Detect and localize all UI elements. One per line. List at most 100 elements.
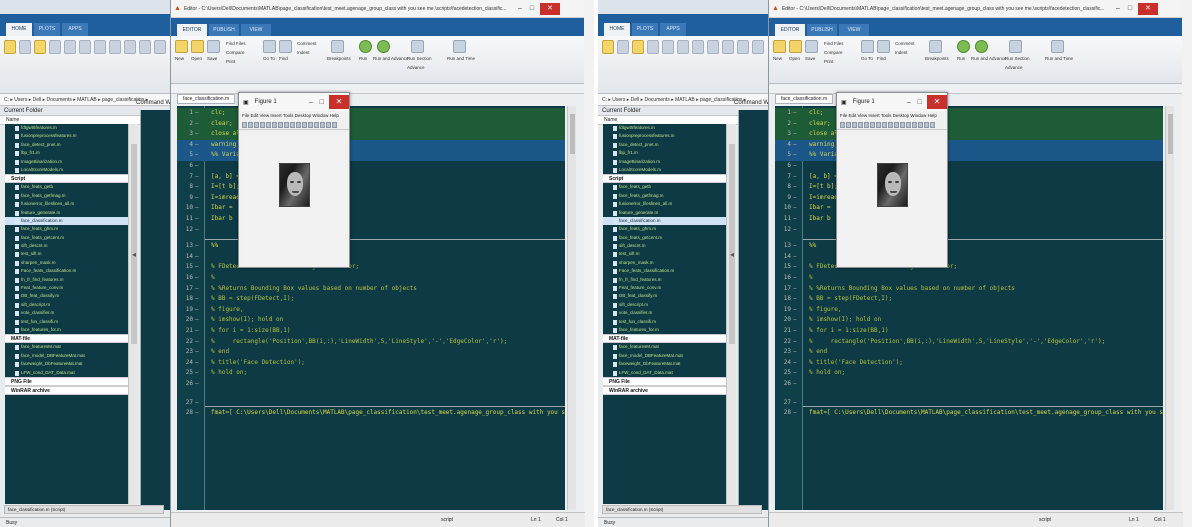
breakpoint-marker-icon[interactable]: – <box>195 273 199 284</box>
code-editor[interactable]: 1– clc; 2– clear; 3– close all 4– warning off 5–… <box>177 106 565 510</box>
breakpoint-marker-icon[interactable]: – <box>195 108 199 119</box>
code-line[interactable]: 14– <box>177 252 565 263</box>
code-line[interactable]: 2– clear; <box>177 118 565 130</box>
run-section-icon[interactable] <box>1009 40 1022 53</box>
code-line[interactable]: 7– [a, b] = <box>775 172 1163 183</box>
breakpoints-icon[interactable] <box>929 40 942 53</box>
hide-tools-icon[interactable] <box>924 121 929 128</box>
code-line[interactable]: 9– I=imread <box>177 193 565 204</box>
code-line[interactable]: 20– % imshow(I); hold on <box>177 315 565 326</box>
file-list-item[interactable]: test_sift.m <box>5 250 128 258</box>
file-list-item[interactable]: sift_descript.m <box>603 301 726 309</box>
breakpoint-marker-icon[interactable]: – <box>195 119 199 130</box>
zoom-out-icon[interactable] <box>876 121 881 128</box>
new-file-icon[interactable] <box>175 40 188 53</box>
file-list-item[interactable]: feature_generate.m <box>603 209 726 217</box>
file-list-item[interactable]: face_classification.m <box>5 216 128 226</box>
breakpoint-marker-icon[interactable]: – <box>793 252 797 263</box>
file-list-item[interactable]: face_feats_getfmag.m <box>603 192 726 200</box>
breakpoint-marker-icon[interactable]: – <box>793 368 797 379</box>
code-line[interactable]: 1– clc; <box>177 108 565 119</box>
new-figure-icon[interactable] <box>840 121 845 128</box>
analyze-code-icon[interactable] <box>722 40 734 54</box>
legend-icon[interactable] <box>320 121 325 128</box>
import-data-icon[interactable] <box>677 40 689 54</box>
file-list-item[interactable]: fusionerror_fileslines_all.m <box>603 200 726 208</box>
hide-tools-icon[interactable] <box>326 121 331 128</box>
file-list-item[interactable]: face_feats_ghm.m <box>603 225 726 233</box>
rotate-icon[interactable] <box>888 121 893 128</box>
close-icon[interactable]: ✕ <box>539 2 560 15</box>
dock-icon[interactable] <box>332 121 337 128</box>
code-line[interactable]: 12– <box>177 225 565 236</box>
breakpoint-marker-icon[interactable]: – <box>793 119 797 130</box>
code-line[interactable]: 28– fmat=[ C:\Users\Dell\Documents\MATLAB… <box>177 408 565 419</box>
folder-group-header[interactable]: MAT-file <box>5 334 128 344</box>
tab-plots[interactable]: PLOTS <box>34 23 60 36</box>
breakpoint-marker-icon[interactable]: – <box>793 347 797 358</box>
file-list-item[interactable]: face_feats_getb <box>5 183 128 191</box>
new-variable-icon[interactable] <box>109 40 121 54</box>
breakpoint-marker-icon[interactable]: – <box>793 214 797 225</box>
breakpoint-marker-icon[interactable]: – <box>793 225 797 236</box>
code-editor[interactable]: 1– clc; 2– clear; 3– close all 4– warning off 5–… <box>775 106 1163 510</box>
file-list-item[interactable]: ImageBinarization.m <box>5 158 128 166</box>
zoom-out-icon[interactable] <box>278 121 283 128</box>
file-list-item[interactable]: fn_fr_find_features.m <box>5 276 128 284</box>
pointer-icon[interactable] <box>864 121 869 128</box>
legend-icon[interactable] <box>918 121 923 128</box>
run-and-time-icon[interactable] <box>1051 40 1064 53</box>
code-line[interactable]: 10– Ibar = <box>177 203 565 214</box>
zoom-in-icon[interactable] <box>870 121 875 128</box>
run-and-advance-icon[interactable] <box>377 40 390 53</box>
tab-view[interactable]: VIEW <box>839 24 869 36</box>
tab-editor[interactable]: EDITOR <box>775 24 805 36</box>
code-line[interactable]: 13–%% <box>775 241 1163 252</box>
file-list-item[interactable]: face_featuresM.mat <box>5 343 128 351</box>
breakpoint-marker-icon[interactable]: – <box>195 398 199 409</box>
colorbar-icon[interactable] <box>314 121 319 128</box>
code-line[interactable]: 13–%% <box>177 241 565 252</box>
command-window[interactable] <box>738 110 770 510</box>
code-line[interactable]: 3– close all <box>177 129 565 140</box>
breakpoint-marker-icon[interactable]: – <box>195 284 199 295</box>
indent-label[interactable]: Indent <box>297 50 310 55</box>
analyze-code-icon[interactable] <box>124 40 136 54</box>
breakpoint-marker-icon[interactable]: – <box>793 129 797 140</box>
file-list-item[interactable]: DB_feat_classify.m <box>603 292 726 300</box>
simulink-icon[interactable] <box>139 40 151 54</box>
code-line[interactable]: 15–% FDetect = vision.CascadeObjectDetec… <box>177 262 565 273</box>
file-list-item[interactable]: fdtgwt5features.m <box>603 124 726 132</box>
figure-close-icon[interactable]: ✕ <box>927 95 947 109</box>
code-line[interactable]: 20– % imshow(I); hold on <box>775 315 1163 326</box>
code-line[interactable]: 19– % figure, <box>775 305 1163 316</box>
file-list-item[interactable]: face_feats_getb <box>603 183 726 191</box>
breakpoint-marker-icon[interactable]: – <box>195 193 199 204</box>
file-list-item[interactable]: fusionpreprocessfeatures.m <box>603 132 726 140</box>
print-label[interactable]: Print <box>226 59 235 64</box>
link-icon[interactable] <box>906 121 911 128</box>
breakpoint-marker-icon[interactable]: – <box>195 408 199 419</box>
tab-apps[interactable]: APPS <box>62 23 88 36</box>
code-line[interactable]: 11– Ibar b <box>177 214 565 225</box>
code-line[interactable]: 6– <box>775 161 1163 172</box>
advance-label[interactable]: Advance <box>407 65 425 70</box>
find-files-label[interactable]: Find Files <box>226 41 246 46</box>
breakpoint-marker-icon[interactable]: – <box>793 161 797 172</box>
editor-scrollbar-thumb[interactable] <box>1168 114 1173 154</box>
find-files-label[interactable]: Find Files <box>824 41 844 46</box>
breakpoints-icon[interactable] <box>331 40 344 53</box>
maximize-icon[interactable]: □ <box>1124 3 1136 14</box>
file-list-item[interactable]: face_features_for.m <box>603 326 726 334</box>
new-icon[interactable] <box>19 40 31 54</box>
link-icon[interactable] <box>308 121 313 128</box>
breakpoint-marker-icon[interactable]: – <box>793 294 797 305</box>
tab-publish[interactable]: PUBLISH <box>209 24 239 36</box>
code-line[interactable]: 24– % title('Face Detection'); <box>177 358 565 369</box>
file-list-item[interactable]: Face_feats_classification.m <box>5 267 128 275</box>
file-list-item[interactable]: sharpen_mask.m <box>5 259 128 267</box>
file-list-item[interactable]: LFW_cond_DAT_Data.mat <box>5 369 128 377</box>
pan-icon[interactable] <box>284 121 289 128</box>
file-list-item[interactable]: face_model_DBFeatureMat.mat <box>5 352 128 360</box>
breakpoint-marker-icon[interactable]: – <box>793 305 797 316</box>
